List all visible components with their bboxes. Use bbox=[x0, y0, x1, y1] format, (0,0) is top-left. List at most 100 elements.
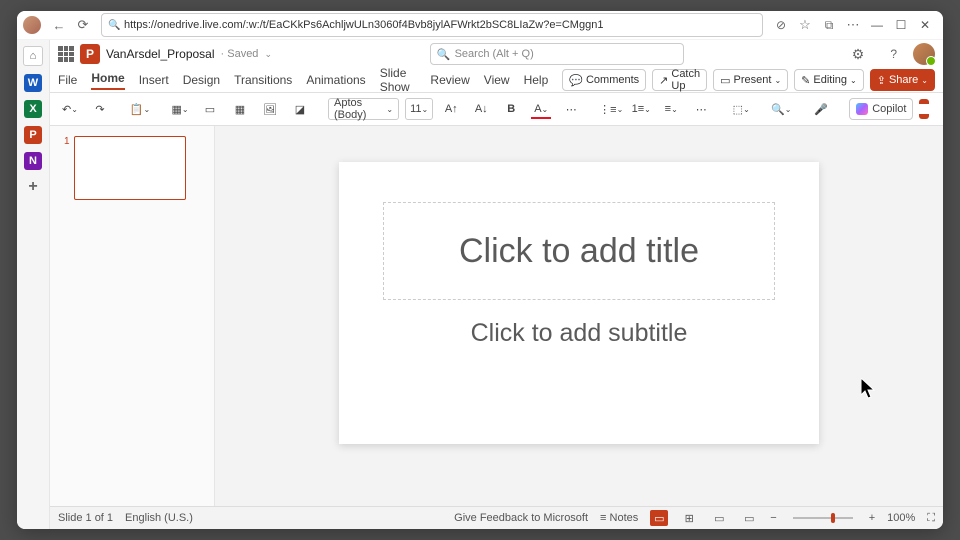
tab-insert[interactable]: Insert bbox=[139, 73, 169, 87]
ribbon-tabs: File Home Insert Design Transitions Anim… bbox=[50, 68, 943, 93]
help-icon[interactable]: ? bbox=[890, 47, 897, 61]
align-button[interactable]: ≡⌄ bbox=[659, 98, 683, 120]
present-icon: ▭ bbox=[720, 74, 730, 87]
tab-transitions[interactable]: Transitions bbox=[234, 73, 292, 87]
grow-font-button[interactable]: A↑ bbox=[439, 98, 463, 120]
fit-button[interactable]: ⛶ bbox=[927, 512, 935, 525]
bullets-button[interactable]: ⋮≡⌄ bbox=[599, 98, 623, 120]
layout-button[interactable]: ▭ bbox=[198, 98, 222, 120]
read-aloud-icon[interactable]: ⊘ bbox=[769, 13, 793, 37]
ribbon: ↶⌄ ↷ 📋⌄ ▦⌄ ▭ ▦ 🖼 ◪ Aptos (Body)⌄ 11⌄ A↑ … bbox=[50, 93, 943, 126]
title-placeholder[interactable]: Click to add title bbox=[383, 202, 775, 300]
powerpoint-app: P VanArsdel_Proposal · Saved ⌄ 🔍Search (… bbox=[50, 40, 943, 529]
close-button[interactable]: ✕ bbox=[913, 13, 937, 37]
ribbon-overflow-button[interactable]: ⋯ bbox=[935, 98, 943, 120]
minimize-button[interactable]: — bbox=[865, 13, 889, 37]
pencil-icon: ✎ bbox=[801, 74, 810, 87]
slide-canvas[interactable]: Click to add title Click to add subtitle bbox=[215, 126, 943, 506]
feedback-link[interactable]: Give Feedback to Microsoft bbox=[454, 512, 588, 524]
user-avatar[interactable] bbox=[913, 43, 935, 65]
chevron-down-icon: ⌄ bbox=[386, 105, 393, 114]
excel-icon[interactable]: X bbox=[24, 100, 42, 118]
body: ⌂ W X P N + P VanArsdel_Proposal · Saved… bbox=[17, 40, 943, 529]
dictate-button[interactable]: 🎤 bbox=[809, 98, 833, 120]
zoom-in-button[interactable]: + bbox=[869, 512, 875, 524]
app-launcher-icon[interactable] bbox=[58, 46, 74, 62]
catchup-icon: ↗ bbox=[659, 74, 668, 87]
tab-file[interactable]: File bbox=[58, 73, 77, 87]
favorite-icon[interactable]: ☆ bbox=[793, 13, 817, 37]
back-button[interactable]: ← bbox=[47, 13, 71, 37]
slide[interactable]: Click to add title Click to add subtitle bbox=[339, 162, 819, 444]
slideshow-view-button[interactable]: ▭ bbox=[740, 510, 758, 526]
shrink-font-button[interactable]: A↓ bbox=[469, 98, 493, 120]
font-color-button[interactable]: A⌄ bbox=[529, 98, 553, 120]
content-area: 1 Click to add title Click to add subtit… bbox=[50, 126, 943, 506]
slide-panel[interactable]: 1 bbox=[50, 126, 215, 506]
zoom-slider[interactable] bbox=[793, 517, 853, 519]
tab-review[interactable]: Review bbox=[430, 73, 469, 87]
browser-bar: ← ⟳ 🔍 https://onedrive.live.com/:w:/t/Ea… bbox=[17, 11, 943, 40]
search-input[interactable]: 🔍Search (Alt + Q) bbox=[430, 43, 684, 65]
tab-design[interactable]: Design bbox=[183, 73, 220, 87]
picture-button[interactable]: 🖼 bbox=[258, 98, 282, 120]
reading-view-button[interactable]: ▭ bbox=[710, 510, 728, 526]
font-select[interactable]: Aptos (Body)⌄ bbox=[328, 98, 399, 120]
document-name[interactable]: VanArsdel_Proposal bbox=[106, 47, 215, 61]
thumbnail-1[interactable]: 1 bbox=[64, 136, 214, 200]
present-button[interactable]: ▭Present⌄ bbox=[713, 69, 788, 91]
tab-view[interactable]: View bbox=[484, 73, 510, 87]
onenote-icon[interactable]: N bbox=[24, 152, 42, 170]
normal-view-button[interactable]: ▭ bbox=[650, 510, 668, 526]
tab-home[interactable]: Home bbox=[91, 71, 124, 90]
sorter-view-button[interactable]: ⊞ bbox=[680, 510, 698, 526]
zoom-out-button[interactable]: − bbox=[770, 512, 776, 524]
app-window: ← ⟳ 🔍 https://onedrive.live.com/:w:/t/Ea… bbox=[17, 11, 943, 529]
slide-counter[interactable]: Slide 1 of 1 bbox=[58, 512, 113, 524]
powerpoint-icon[interactable]: P bbox=[24, 126, 42, 144]
table-button[interactable]: ▦ bbox=[228, 98, 252, 120]
new-slide-button[interactable]: ▦⌄ bbox=[168, 98, 192, 120]
shapes-button[interactable]: ◪ bbox=[288, 98, 312, 120]
thumb-preview[interactable] bbox=[74, 136, 186, 200]
designer-button[interactable] bbox=[919, 99, 929, 119]
redo-button[interactable]: ↷ bbox=[88, 98, 112, 120]
more-para-button[interactable]: ⋯ bbox=[689, 98, 713, 120]
editing-button[interactable]: ✎Editing⌄ bbox=[794, 69, 864, 91]
tab-slideshow[interactable]: Slide Show bbox=[380, 66, 417, 94]
font-size-select[interactable]: 11⌄ bbox=[405, 98, 433, 120]
chevron-down-icon[interactable]: ⌄ bbox=[264, 49, 272, 60]
find-button[interactable]: 🔍⌄ bbox=[769, 98, 793, 120]
bold-button[interactable]: B bbox=[499, 98, 523, 120]
url-text: https://onedrive.live.com/:w:/t/EaCKkPs6… bbox=[124, 19, 756, 31]
comment-icon: 💬 bbox=[569, 74, 583, 87]
status-bar: Slide 1 of 1 English (U.S.) Give Feedbac… bbox=[50, 506, 943, 529]
collections-icon[interactable]: ⧉ bbox=[817, 13, 841, 37]
profile-icon[interactable] bbox=[23, 16, 41, 34]
tab-help[interactable]: Help bbox=[524, 73, 549, 87]
address-bar[interactable]: 🔍 https://onedrive.live.com/:w:/t/EaCKkP… bbox=[101, 13, 763, 37]
subtitle-placeholder[interactable]: Click to add subtitle bbox=[383, 308, 775, 358]
paste-button[interactable]: 📋⌄ bbox=[128, 98, 152, 120]
refresh-button[interactable]: ⟳ bbox=[71, 13, 95, 37]
comments-button[interactable]: 💬Comments bbox=[562, 69, 646, 91]
search-icon: 🔍 bbox=[437, 48, 451, 61]
settings-icon[interactable]: ⚙ bbox=[852, 46, 865, 63]
tab-animations[interactable]: Animations bbox=[306, 73, 365, 87]
language-status[interactable]: English (U.S.) bbox=[125, 512, 193, 524]
undo-button[interactable]: ↶⌄ bbox=[58, 98, 82, 120]
copilot-icon bbox=[856, 103, 868, 115]
add-app-icon[interactable]: + bbox=[24, 178, 42, 196]
copilot-button[interactable]: Copilot bbox=[849, 98, 913, 120]
arrange-button[interactable]: ⬚⌄ bbox=[729, 98, 753, 120]
catchup-button[interactable]: ↗Catch Up bbox=[652, 69, 707, 91]
notes-button[interactable]: ≡ Notes bbox=[600, 512, 638, 524]
more-font-button[interactable]: ⋯ bbox=[559, 98, 583, 120]
share-button[interactable]: ⇪Share⌄ bbox=[870, 69, 935, 91]
word-icon[interactable]: W bbox=[24, 74, 42, 92]
zoom-level[interactable]: 100% bbox=[887, 512, 915, 524]
home-icon[interactable]: ⌂ bbox=[23, 46, 43, 66]
numbering-button[interactable]: 1≡⌄ bbox=[629, 98, 653, 120]
browser-menu-icon[interactable]: ⋯ bbox=[841, 13, 865, 37]
maximize-button[interactable]: ☐ bbox=[889, 13, 913, 37]
